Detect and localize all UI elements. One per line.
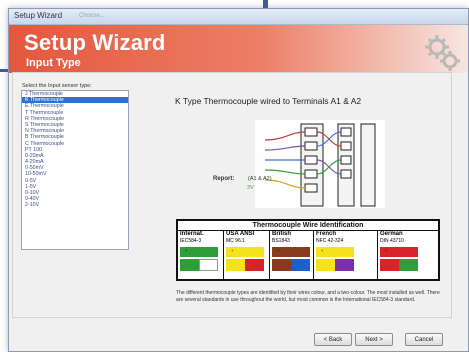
banner-subtitle: Input Type [26, 57, 81, 69]
wire-color-swatch: + [180, 247, 218, 257]
report-label: Report: [213, 176, 235, 182]
plus-sign: + [231, 248, 234, 253]
positive-wire-color [272, 259, 291, 271]
wire-standard-column: German DIN 43710 + [378, 231, 438, 279]
negative-wire-color [335, 259, 354, 271]
wire-standard-column: USA ANSI MC 96.1 + [224, 231, 270, 279]
wire-standard-code: BS1843 [272, 238, 290, 244]
plus-sign: + [321, 248, 324, 253]
titlebar: Setup Wizard Choose... [9, 9, 468, 25]
negative-wire-color [245, 259, 264, 271]
wire-color-swatch: + [272, 247, 310, 257]
wire-color-swatch-pair [180, 259, 218, 271]
negative-wire-color [399, 259, 418, 271]
wire-standard-code: MC 96.1 [226, 238, 245, 244]
back-button[interactable]: < Back [314, 333, 352, 346]
wizard-banner: Setup Wizard Input Type [9, 25, 468, 73]
wire-standard-code: DIN 43710 [380, 238, 404, 244]
wire-table-title: Thermocouple Wire Identification [178, 221, 438, 231]
wire-color-swatch-pair [226, 259, 264, 271]
sensor-list-item[interactable]: 2-10V [22, 202, 128, 208]
terminal-wiring-diagram [255, 120, 385, 208]
wire-standard-column: British BS1843 + [270, 231, 314, 279]
plus-sign: + [185, 248, 188, 253]
plus-sign: + [277, 248, 280, 253]
wire-standard-name: French [316, 231, 337, 237]
sensor-type-list[interactable]: J Thermocouple K Thermocouple E Thermocoup… [21, 90, 129, 250]
positive-wire-color [316, 259, 335, 271]
cancel-button[interactable]: Cancel [405, 333, 443, 346]
negative-wire-color [199, 259, 218, 271]
wire-color-swatch: + [316, 247, 354, 257]
positive-wire-color [380, 259, 399, 271]
wire-color-swatch-pair [272, 259, 310, 271]
negative-wire-color [291, 259, 310, 271]
sensor-list-label: Select the Input sensor type: [22, 83, 92, 89]
wire-color-swatch: + [226, 247, 264, 257]
wire-standard-name: USA ANSI [226, 231, 255, 237]
wiring-description: K Type Thermocouple wired to Terminals A… [175, 96, 362, 106]
wire-standard-code: IEC584-3 [180, 238, 202, 244]
wire-color-swatch: + [380, 247, 418, 257]
banner-title: Setup Wizard [24, 30, 166, 55]
wire-standard-name: British [272, 231, 292, 237]
wire-color-swatch-pair [380, 259, 418, 271]
report-terminals: (A1 & A2) [248, 176, 272, 182]
thermocouple-wire-table: Thermocouple Wire Identification Interna… [176, 219, 440, 281]
wire-standard-name: German [380, 231, 403, 237]
ghost-tab: Choose... [79, 13, 105, 19]
wire-standard-column: French NFC 42-324 + [314, 231, 378, 279]
wire-standard-column: Internat. IEC584-3 + [178, 231, 224, 279]
next-button[interactable]: Next > [355, 333, 393, 346]
window-title: Setup Wizard [14, 11, 63, 20]
wire-standard-code: NFC 42-324 [316, 238, 344, 244]
wire-color-swatch-pair [316, 259, 354, 271]
report-extra: 3V [247, 185, 254, 191]
wire-color-note: The different thermocouple types are ide… [176, 290, 440, 303]
wire-standard-name: Internat. [180, 231, 204, 237]
positive-wire-color [226, 259, 245, 271]
positive-wire-color [180, 259, 199, 271]
gears-icon [425, 35, 460, 71]
plus-sign: + [385, 248, 388, 253]
